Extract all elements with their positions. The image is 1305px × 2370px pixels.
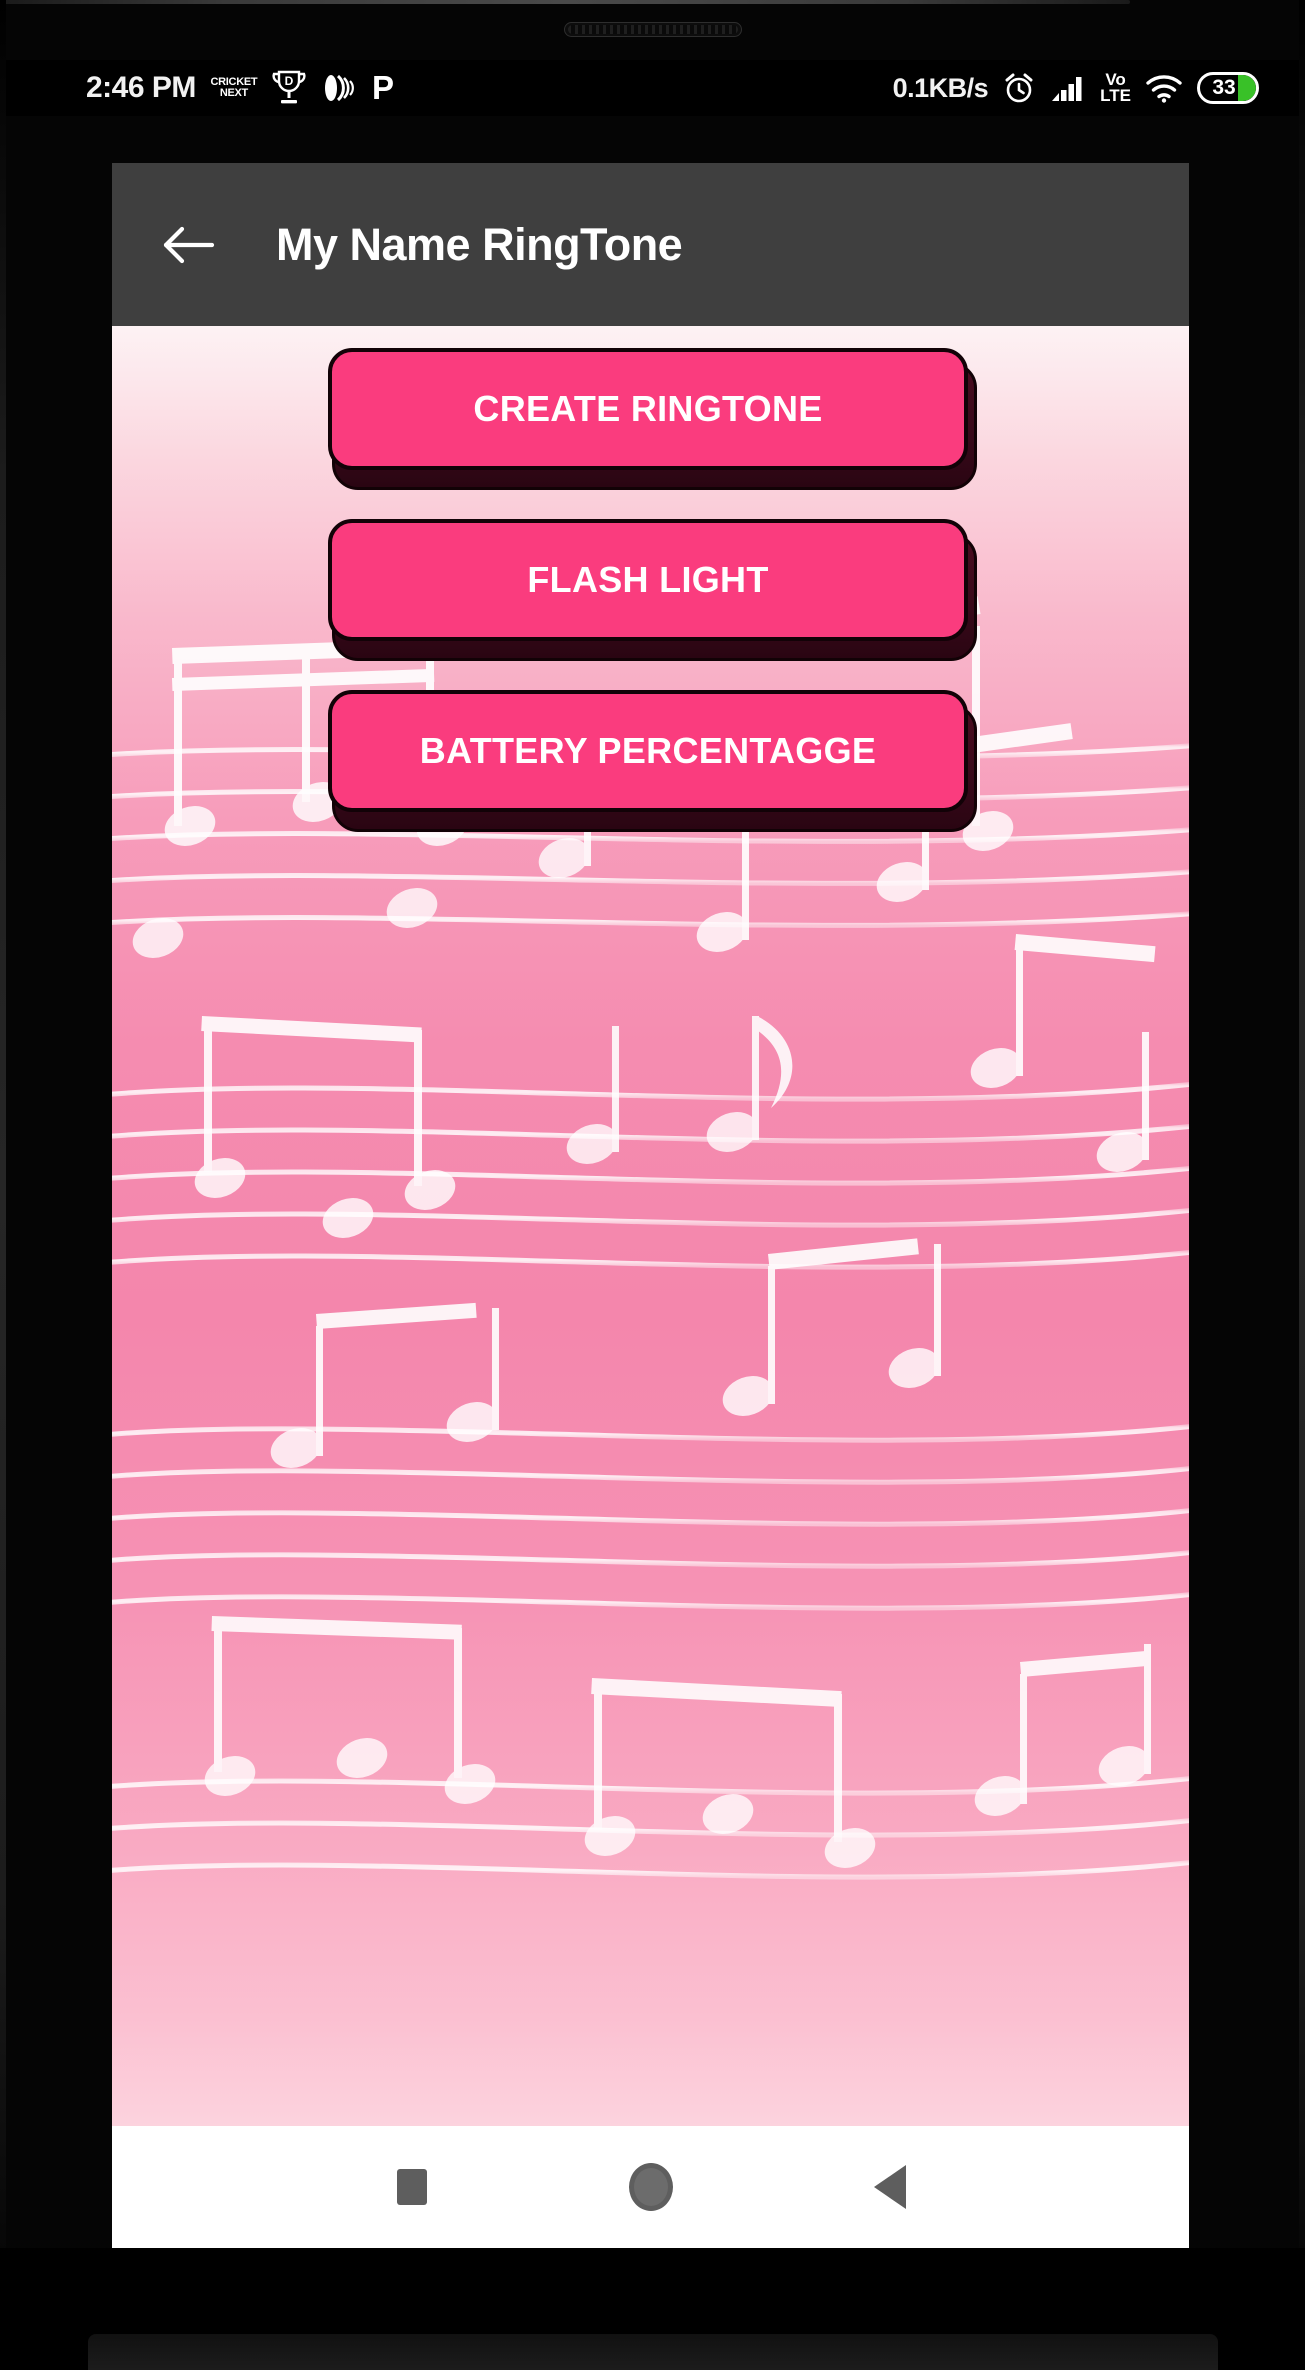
circle-icon (628, 2163, 673, 2211)
status-bar-left-group: 2:46 PM CRICKET NEXT D P (86, 70, 396, 106)
action-button-stack: CREATE RINGTONE FLASH LIGHT BATTERY PERC… (112, 326, 1189, 832)
volte-icon: Vo LTE (1100, 71, 1131, 105)
button-face[interactable]: CREATE RINGTONE (328, 348, 968, 470)
battery-percent-label: 33 (1212, 76, 1236, 99)
p-app-icon: P (372, 71, 394, 105)
phone-frame: 2:46 PM CRICKET NEXT D P 0.1KB/s Vo LTE … (0, 0, 1305, 2370)
speaker-grille-texture (567, 25, 738, 34)
button-face[interactable]: FLASH LIGHT (328, 519, 968, 641)
create-ringtone-label: CREATE RINGTONE (473, 388, 823, 429)
alarm-clock-icon (1005, 73, 1033, 103)
wifi-icon (1146, 75, 1182, 103)
phone-top-bezel (0, 0, 1130, 4)
phone-right-bezel (1299, 0, 1305, 2370)
battery-percentage-button[interactable]: BATTERY PERCENTAGGE (328, 690, 977, 832)
svg-text:P: P (372, 71, 394, 105)
network-speed-label: 0.1KB/s (892, 72, 989, 103)
battery-fill (1237, 75, 1256, 101)
flash-light-label: FLASH LIGHT (527, 559, 769, 600)
trophy-d-icon: D (272, 70, 306, 104)
square-icon (396, 2169, 427, 2205)
battery-icon: 33 (1197, 72, 1259, 104)
nav-recents-button[interactable] (364, 2139, 460, 2235)
app-screen: My Name RingTone CREATE RINGTONE FLASH L… (112, 163, 1189, 2248)
battery-percentage-label: BATTERY PERCENTAGGE (419, 730, 877, 771)
speaker-grille-icon (563, 22, 742, 37)
page-title: My Name RingTone (276, 218, 683, 270)
nav-home-button[interactable] (603, 2139, 699, 2235)
android-navigation-bar (112, 2126, 1189, 2248)
back-arrow-icon[interactable] (152, 209, 224, 281)
button-face[interactable]: BATTERY PERCENTAGGE (328, 690, 968, 812)
phone-bottom-bezel (0, 2248, 1305, 2370)
flash-light-button[interactable]: FLASH LIGHT (328, 519, 977, 661)
phone-left-bezel (0, 0, 6, 2370)
app-bar: My Name RingTone (112, 163, 1189, 326)
main-content: CREATE RINGTONE FLASH LIGHT BATTERY PERC… (112, 326, 1189, 2126)
create-ringtone-button[interactable]: CREATE RINGTONE (328, 348, 977, 490)
nav-back-button[interactable] (842, 2139, 938, 2235)
sound-waves-icon (324, 74, 354, 102)
status-bar: 2:46 PM CRICKET NEXT D P 0.1KB/s Vo LTE … (6, 60, 1299, 116)
cricket-next-line2: NEXT (219, 87, 248, 99)
triangle-left-icon (873, 2165, 906, 2209)
back-arrow-glyph (163, 226, 215, 263)
phone-bottom-lip (88, 2334, 1218, 2370)
svg-text:D: D (285, 74, 294, 88)
volte-bottom-label: LTE (1100, 86, 1131, 105)
cricket-next-icon: CRICKET NEXT (211, 71, 258, 105)
signal-bars-icon (1052, 77, 1082, 101)
status-clock: 2:46 PM (86, 71, 196, 104)
status-bar-right-group: 0.1KB/s Vo LTE 33 (893, 71, 1259, 105)
